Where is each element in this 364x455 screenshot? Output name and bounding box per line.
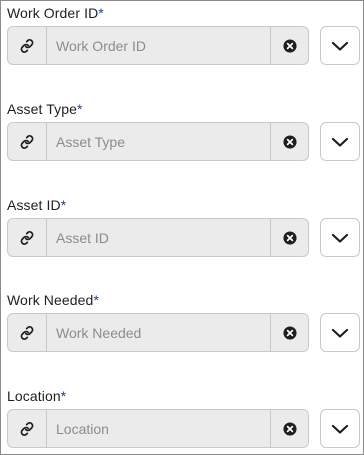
field-label-text: Work Order ID xyxy=(7,5,99,21)
link-icon[interactable] xyxy=(8,27,47,64)
link-icon[interactable] xyxy=(8,219,47,256)
link-icon[interactable] xyxy=(8,123,47,160)
chevron-down-icon xyxy=(331,137,349,147)
field-label: Work Needed* xyxy=(7,292,99,308)
required-asterisk: * xyxy=(93,292,100,308)
field-label-text: Asset ID xyxy=(7,197,61,213)
required-asterisk: * xyxy=(60,388,67,404)
asset-type-input[interactable] xyxy=(48,123,270,160)
asset-id-input[interactable] xyxy=(48,219,270,256)
chevron-down-icon xyxy=(331,328,349,338)
work-needed-input[interactable] xyxy=(48,314,270,351)
field-label-text: Asset Type xyxy=(7,101,78,117)
field-label-text: Location xyxy=(7,388,61,404)
clear-circle-x-icon xyxy=(282,134,297,149)
work-order-id-input[interactable] xyxy=(48,27,270,64)
field-label: Asset Type* xyxy=(7,101,83,117)
chevron-down-icon xyxy=(331,233,349,243)
form-panel: Work Order ID* Asset Type* xyxy=(0,0,364,455)
clear-button[interactable] xyxy=(270,123,308,160)
chevron-down-icon xyxy=(331,424,349,434)
dropdown-button[interactable] xyxy=(320,313,360,352)
input-group xyxy=(7,409,309,448)
required-asterisk: * xyxy=(60,197,67,213)
clear-circle-x-icon xyxy=(282,325,297,340)
clear-circle-x-icon xyxy=(282,421,297,436)
input-group xyxy=(7,122,309,161)
chevron-down-icon xyxy=(331,41,349,51)
link-icon[interactable] xyxy=(8,410,47,447)
required-asterisk: * xyxy=(98,5,104,21)
dropdown-button[interactable] xyxy=(320,122,360,161)
field-label-text: Work Needed xyxy=(7,292,94,308)
clear-circle-x-icon xyxy=(282,38,297,53)
location-input[interactable] xyxy=(48,410,270,447)
clear-button[interactable] xyxy=(270,219,308,256)
clear-button[interactable] xyxy=(270,314,308,351)
field-label: Work Order ID* xyxy=(7,5,104,21)
field-label: Location* xyxy=(7,388,66,404)
input-group xyxy=(7,218,309,257)
clear-button[interactable] xyxy=(270,410,308,447)
field-label: Asset ID* xyxy=(7,197,66,213)
link-icon[interactable] xyxy=(8,314,47,351)
dropdown-button[interactable] xyxy=(320,409,360,448)
input-group xyxy=(7,26,309,65)
clear-button[interactable] xyxy=(270,27,308,64)
input-group xyxy=(7,313,309,352)
dropdown-button[interactable] xyxy=(320,218,360,257)
dropdown-button[interactable] xyxy=(320,26,360,65)
clear-circle-x-icon xyxy=(282,230,297,245)
required-asterisk: * xyxy=(77,101,83,117)
